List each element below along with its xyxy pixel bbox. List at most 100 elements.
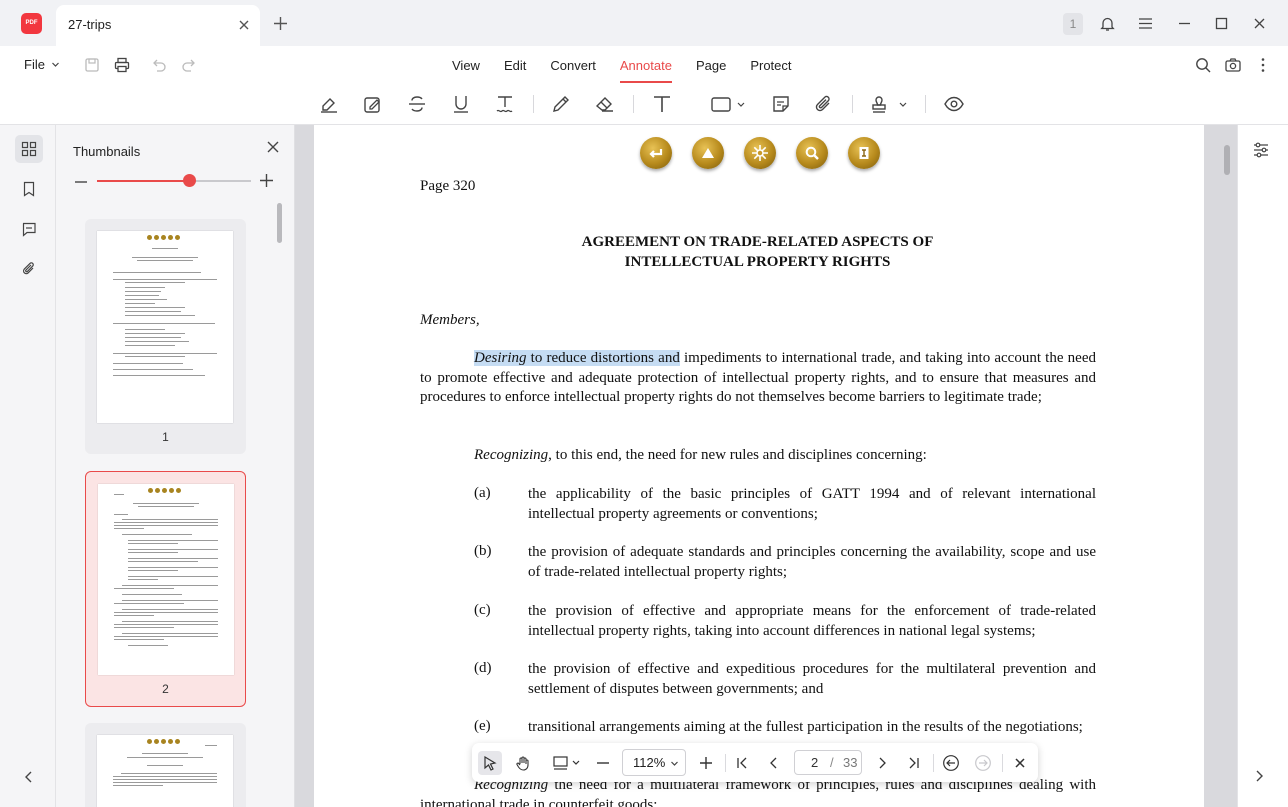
hamburger-menu-icon[interactable] — [1137, 15, 1154, 32]
thumbnail-image — [98, 484, 234, 675]
menu-view[interactable]: View — [452, 46, 480, 84]
back-nav-button[interactable] — [640, 137, 672, 169]
attachment-icon[interactable] — [813, 93, 835, 115]
thumbnail-card-page-3[interactable] — [85, 723, 246, 807]
list-item-text[interactable]: the provision of effective and appropria… — [528, 602, 1096, 641]
screenshot-icon[interactable] — [1224, 56, 1242, 74]
comment-icon — [22, 222, 36, 237]
highlighted-text[interactable]: Desiring to reduce distortions and — [474, 350, 680, 366]
menu-annotate[interactable]: Annotate — [619, 46, 672, 84]
properties-settings-icon[interactable] — [1252, 141, 1270, 159]
thumbnails-panel: Thumbnails 1 2 — [56, 125, 295, 807]
area-highlight-icon[interactable] — [362, 93, 384, 115]
list-item-text[interactable]: the provision of adequate standards and … — [528, 543, 1096, 582]
thumbnail-zoom-slider-handle[interactable] — [182, 174, 196, 187]
zoom-level-value: 112% — [633, 755, 666, 770]
previous-view-button[interactable] — [939, 751, 963, 775]
zoom-out-button[interactable] — [591, 751, 615, 775]
last-page-button[interactable] — [902, 751, 926, 775]
thumbnail-card-page-2[interactable]: 2 — [85, 471, 246, 707]
thumbnail-scrollbar[interactable] — [277, 203, 282, 243]
menu-bar: File View Edit Convert Annotate Page Pro… — [0, 46, 1288, 84]
comments-panel-button[interactable] — [15, 215, 43, 243]
menu-convert[interactable]: Convert — [550, 46, 596, 84]
bookmarks-panel-button[interactable] — [15, 175, 43, 203]
first-page-button[interactable] — [730, 751, 754, 775]
document-tab[interactable]: 27-trips — [56, 5, 260, 46]
print-icon[interactable] — [113, 56, 131, 74]
hand-tool-button[interactable] — [511, 751, 535, 775]
expand-right-panel-icon[interactable] — [1252, 769, 1266, 783]
eye-icon[interactable] — [943, 93, 965, 115]
tab-title: 27-trips — [68, 17, 112, 32]
strikethrough-icon[interactable] — [406, 93, 428, 115]
save-icon[interactable] — [83, 56, 101, 74]
menu-protect[interactable]: Protect — [750, 46, 791, 84]
hand-icon — [516, 756, 529, 771]
zoom-in-button[interactable] — [694, 751, 718, 775]
zoom-level-dropdown[interactable]: 112% — [622, 749, 686, 776]
list-item-letter: (d) — [474, 660, 492, 676]
collapse-sidebar-button[interactable] — [15, 763, 43, 791]
file-menu-button[interactable]: File — [24, 57, 60, 72]
sticky-note-icon[interactable] — [770, 93, 792, 115]
home-nav-button[interactable] — [744, 137, 776, 169]
page-number-input[interactable]: 2 / 33 — [794, 750, 862, 775]
chevron-left-icon — [25, 771, 32, 783]
title-bar: PDF 27-trips 1 — [0, 0, 1288, 46]
thumbnail-zoom-in-icon[interactable] — [259, 173, 274, 188]
close-navigation-bar-button[interactable] — [1008, 751, 1032, 775]
page-display-mode-button[interactable] — [550, 751, 584, 775]
squiggly-icon[interactable] — [494, 93, 516, 115]
redo-icon[interactable] — [180, 56, 198, 74]
eraser-icon[interactable] — [594, 93, 616, 115]
minus-icon — [597, 762, 609, 764]
shape-icon[interactable] — [710, 93, 748, 115]
close-window-icon[interactable] — [1251, 15, 1268, 32]
more-options-icon[interactable] — [1254, 56, 1272, 74]
cursor-arrow-icon — [484, 755, 497, 771]
thumbnails-panel-button[interactable] — [15, 135, 43, 163]
magnifier-icon — [805, 146, 819, 160]
list-item-text[interactable]: the applicability of the basic principle… — [528, 485, 1096, 524]
menu-edit[interactable]: Edit — [504, 46, 526, 84]
next-view-button[interactable] — [971, 751, 995, 775]
stamp-icon[interactable] — [870, 93, 908, 115]
list-item-text[interactable]: transitional arrangements aiming at the … — [528, 718, 1096, 738]
thumbnail-card-page-1[interactable]: 1 — [85, 219, 246, 454]
new-tab-icon[interactable] — [272, 15, 289, 32]
search-icon[interactable] — [1194, 56, 1212, 74]
previous-page-button[interactable] — [762, 751, 786, 775]
index-nav-button[interactable] — [848, 137, 880, 169]
list-item-letter: (c) — [474, 602, 491, 618]
attachments-panel-button[interactable] — [15, 255, 43, 283]
document-viewer[interactable]: Page 320 AGREEMENT ON TRADE-RELATED ASPE… — [295, 125, 1237, 807]
app-logo: PDF — [21, 13, 42, 34]
bottom-bar-divider — [725, 754, 726, 772]
page-layout-icon — [553, 756, 580, 770]
highlight-icon[interactable] — [318, 93, 340, 115]
document-scrollbar[interactable] — [1224, 145, 1230, 175]
underline-icon[interactable] — [450, 93, 472, 115]
search-nav-button[interactable] — [796, 137, 828, 169]
menu-page[interactable]: Page — [696, 46, 726, 84]
pencil-icon[interactable] — [550, 93, 572, 115]
next-page-button[interactable] — [870, 751, 894, 775]
thumbnail-zoom-out-icon[interactable] — [74, 175, 88, 189]
bell-icon[interactable] — [1099, 15, 1116, 32]
maximize-icon[interactable] — [1213, 15, 1230, 32]
pdf-page: Page 320 AGREEMENT ON TRADE-RELATED ASPE… — [314, 125, 1204, 807]
close-tab-icon[interactable] — [236, 17, 252, 33]
minimize-icon[interactable] — [1176, 15, 1193, 32]
preamble-paragraph-1[interactable]: Desiring to reduce distortions and imped… — [420, 349, 1096, 408]
up-nav-button[interactable] — [692, 137, 724, 169]
undo-icon[interactable] — [150, 56, 168, 74]
select-tool-button[interactable] — [478, 751, 502, 775]
close-panel-icon[interactable] — [266, 140, 280, 154]
preamble-paragraph-2[interactable]: Recognizing, to this end, the need for n… — [420, 446, 1096, 466]
title-line-2: INTELLECTUAL PROPERTY RIGHTS — [624, 253, 891, 270]
list-item-text[interactable]: the provision of effective and expeditio… — [528, 660, 1096, 699]
text-box-icon[interactable] — [651, 93, 673, 115]
toolbar-divider — [633, 95, 634, 113]
italic-keyword: Desiring — [474, 350, 527, 366]
